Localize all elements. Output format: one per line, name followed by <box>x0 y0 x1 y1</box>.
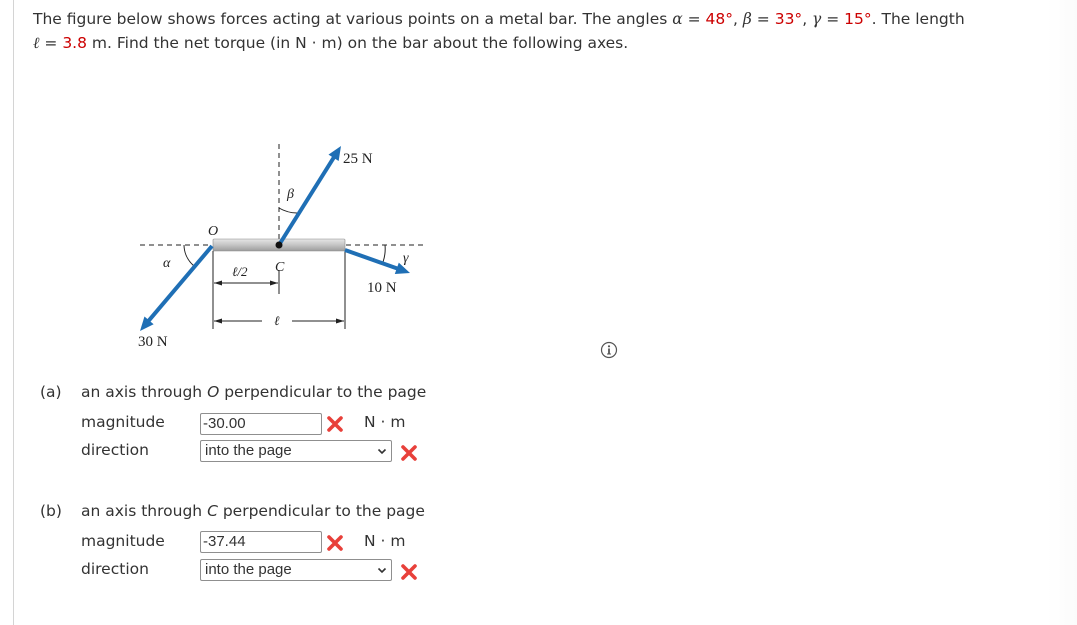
alpha-symbol: α <box>672 10 683 28</box>
part-b-axis-point: C <box>207 502 218 520</box>
info-icon[interactable] <box>600 341 618 359</box>
gamma-symbol: γ <box>812 10 822 28</box>
separator: , <box>733 10 743 28</box>
dimension-arrowhead <box>270 280 278 286</box>
part-b-direction-label: direction <box>81 560 149 578</box>
label-O: O <box>208 224 218 239</box>
part-b-label: (b) <box>40 502 62 520</box>
part-a-prompt: an axis through O perpendicular to the p… <box>81 383 426 401</box>
label-force-30: 30 N <box>138 334 168 350</box>
incorrect-x-icon <box>327 416 343 432</box>
beta-value: 33° <box>774 10 803 28</box>
part-b-magnitude-label: magnitude <box>81 532 165 550</box>
content-left-border <box>13 0 14 625</box>
part-a-direction-label: direction <box>81 441 149 459</box>
question-text: The figure below shows forces acting at … <box>33 7 1043 55</box>
alpha-value: 48° <box>705 10 734 28</box>
equals-sign: = <box>682 10 706 28</box>
part-b-prompt-pre: an axis through <box>81 502 208 520</box>
force-arrow-30n-shaft <box>146 244 214 324</box>
alpha-arc <box>183 244 195 267</box>
part-a-direction-value: into the page <box>205 442 292 459</box>
part-b-magnitude-input[interactable]: -37.44 <box>200 531 322 553</box>
force-arrow-10n-shaft <box>344 248 400 271</box>
beta-arc <box>278 207 298 214</box>
part-b-direction-value: into the page <box>205 561 292 578</box>
dimension-arrowhead <box>214 280 222 286</box>
dimension-arrowhead <box>214 318 222 324</box>
label-half-length: ℓ/2 <box>232 264 248 279</box>
equals-sign: = <box>39 34 63 52</box>
chevron-down-icon <box>377 448 387 455</box>
label-force-10: 10 N <box>367 280 397 296</box>
force-diagram: O C α β γ 25 N 10 N 30 N ℓ/2 ℓ <box>138 144 425 350</box>
incorrect-x-icon <box>401 564 417 580</box>
dimension-arrowhead <box>336 318 344 324</box>
label-beta: β <box>286 187 294 202</box>
part-a-prompt-pre: an axis through <box>81 383 208 401</box>
incorrect-x-icon <box>327 535 343 551</box>
part-a-magnitude-input[interactable]: -30.00 <box>200 413 322 435</box>
equals-sign: = <box>751 10 775 28</box>
part-a-unit: N · m <box>364 413 406 431</box>
part-a-magnitude-value: -30.00 <box>203 415 246 432</box>
page-right-edge <box>1047 0 1077 625</box>
part-a-label: (a) <box>40 383 62 401</box>
equals-sign: = <box>821 10 845 28</box>
gamma-arc <box>382 244 386 263</box>
part-b-unit: N · m <box>364 532 406 550</box>
incorrect-x-icon <box>401 445 417 461</box>
part-a-direction-select[interactable]: into the page <box>200 440 392 462</box>
chevron-down-icon <box>377 567 387 574</box>
part-a-prompt-post: perpendicular to the page <box>219 383 427 401</box>
question-mid: . The length <box>871 10 965 28</box>
question-outro: m. Find the net torque (in N · m) on the… <box>86 34 629 52</box>
label-full-length: ℓ <box>274 313 280 328</box>
center-point-dot <box>275 241 283 249</box>
part-b-direction-select[interactable]: into the page <box>200 559 392 581</box>
length-value: 3.8 <box>62 34 87 52</box>
label-alpha: α <box>163 256 171 271</box>
gamma-value: 15° <box>844 10 872 28</box>
part-b-prompt: an axis through C perpendicular to the p… <box>81 502 425 520</box>
separator: , <box>802 10 813 28</box>
part-b-prompt-post: perpendicular to the page <box>217 502 425 520</box>
part-a-magnitude-label: magnitude <box>81 413 165 431</box>
part-a-axis-point: O <box>207 383 220 401</box>
label-gamma: γ <box>403 251 409 266</box>
question-intro: The figure below shows forces acting at … <box>33 10 673 28</box>
label-C: C <box>275 260 285 275</box>
part-b-magnitude-value: -37.44 <box>203 533 246 550</box>
beta-symbol: β <box>742 10 752 28</box>
label-force-25: 25 N <box>343 151 373 167</box>
